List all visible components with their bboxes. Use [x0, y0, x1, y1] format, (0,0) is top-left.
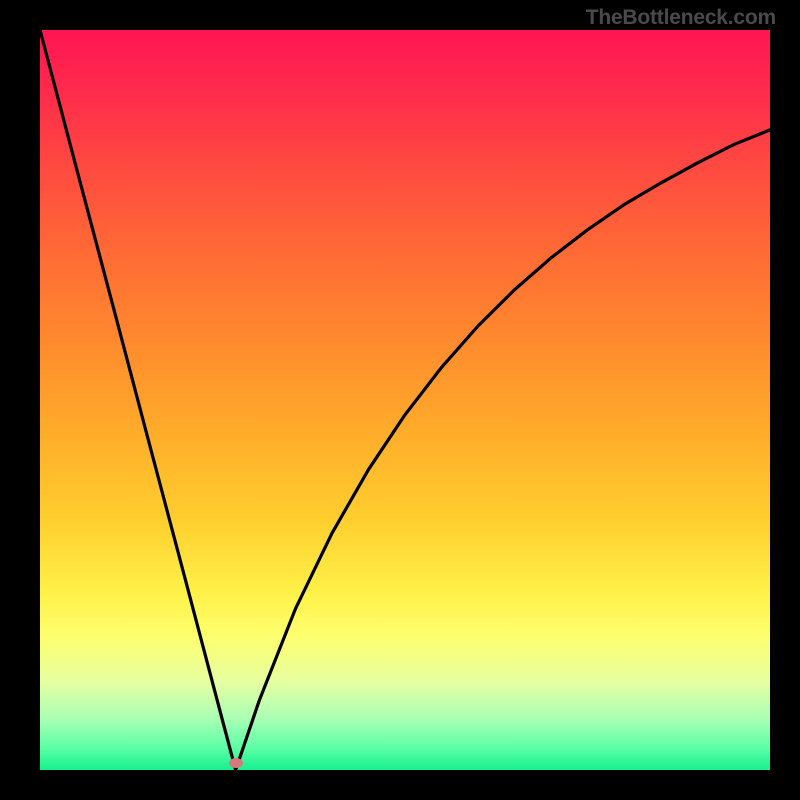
curve-layer	[40, 30, 770, 770]
bottleneck-curve	[40, 30, 770, 770]
highlight-marker	[229, 758, 243, 768]
plot-area	[40, 30, 770, 770]
attribution-text: TheBottleneck.com	[586, 6, 776, 30]
chart-stage: TheBottleneck.com	[0, 0, 800, 800]
